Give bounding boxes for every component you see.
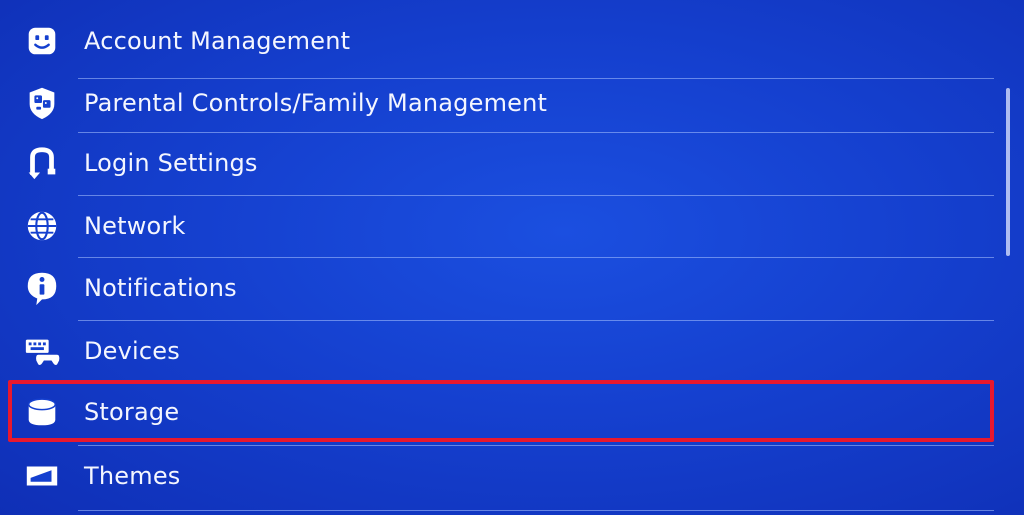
- menu-item-label: Themes: [84, 462, 181, 490]
- menu-item-network[interactable]: Network: [0, 195, 1000, 257]
- divider: [78, 510, 994, 511]
- menu-item-parental-controls[interactable]: Parental Controls/Family Management: [0, 72, 1000, 134]
- settings-menu-list: Account Management Parental Controls/Fam…: [0, 0, 1024, 515]
- keyboard-controller-icon: [22, 331, 62, 371]
- menu-item-login-settings[interactable]: Login Settings: [0, 132, 1000, 194]
- menu-item-label: Storage: [84, 398, 180, 426]
- menu-item-label: Network: [84, 212, 186, 240]
- menu-item-storage[interactable]: Storage: [0, 381, 1000, 443]
- account-face-icon: [22, 21, 62, 61]
- themes-icon: [22, 456, 62, 496]
- menu-item-notifications[interactable]: Notifications: [0, 257, 1000, 319]
- menu-item-label: Notifications: [84, 274, 237, 302]
- scrollbar-track[interactable]: [1006, 0, 1010, 515]
- storage-disk-icon: [22, 392, 62, 432]
- menu-item-themes[interactable]: Themes: [0, 445, 1000, 507]
- menu-item-label: Parental Controls/Family Management: [84, 89, 548, 117]
- menu-item-label: Account Management: [84, 27, 351, 55]
- globe-icon: [22, 206, 62, 246]
- menu-item-devices[interactable]: Devices: [0, 320, 1000, 382]
- scrollbar-thumb[interactable]: [1006, 88, 1010, 256]
- menu-item-account-management[interactable]: Account Management: [0, 10, 1000, 72]
- family-shield-icon: [22, 83, 62, 123]
- info-icon: [22, 268, 62, 308]
- menu-item-label: Login Settings: [84, 149, 258, 177]
- menu-item-label: Devices: [84, 337, 180, 365]
- login-settings-icon: [22, 143, 62, 183]
